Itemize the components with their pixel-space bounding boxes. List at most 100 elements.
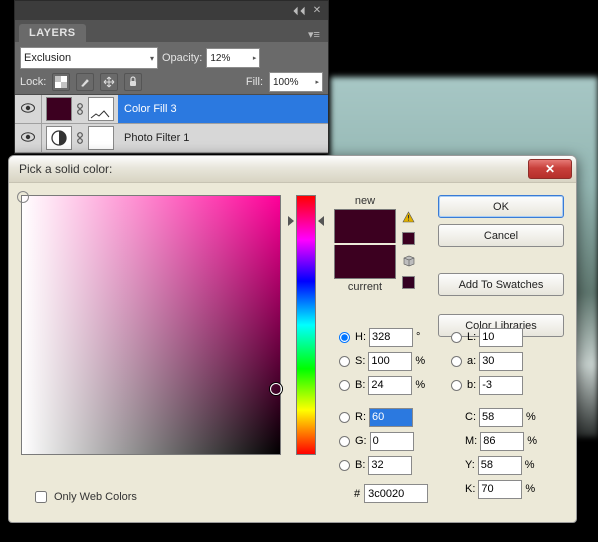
layer-thumbnails bbox=[42, 126, 118, 150]
hue-pointer-icon bbox=[318, 216, 324, 226]
visibility-toggle[interactable] bbox=[15, 95, 42, 123]
eye-icon bbox=[21, 103, 35, 116]
fill-label: Fill: bbox=[246, 76, 263, 88]
add-to-swatches-button[interactable]: Add To Swatches bbox=[438, 273, 564, 296]
m-field-row: M: % bbox=[465, 430, 541, 452]
layer-list: Color Fill 3 Photo Filter 1 bbox=[15, 94, 328, 153]
link-icon[interactable] bbox=[74, 131, 86, 145]
mask-thumb[interactable] bbox=[88, 97, 114, 121]
b-lab-input[interactable] bbox=[479, 376, 523, 395]
pct-unit: % bbox=[526, 411, 540, 423]
sat-radio[interactable] bbox=[339, 356, 350, 367]
g-input[interactable] bbox=[370, 432, 414, 451]
sat-field-row: S: % bbox=[339, 350, 429, 372]
layer-thumbnails bbox=[42, 97, 118, 121]
sat-input[interactable] bbox=[368, 352, 412, 371]
gamut-warning-icon[interactable] bbox=[402, 211, 415, 226]
k-label: K: bbox=[465, 483, 475, 495]
r-radio[interactable] bbox=[339, 412, 350, 423]
b2-radio[interactable] bbox=[339, 460, 350, 471]
visibility-toggle[interactable] bbox=[15, 124, 42, 152]
color-field[interactable] bbox=[21, 195, 281, 455]
close-button[interactable]: ✕ bbox=[528, 159, 572, 179]
dialog-title: Pick a solid color: bbox=[19, 162, 528, 176]
close-panel-icon[interactable]: ✕ bbox=[310, 4, 324, 18]
g-field-row: G: bbox=[339, 430, 431, 452]
b2-input[interactable] bbox=[368, 456, 412, 475]
m-input[interactable] bbox=[480, 432, 524, 451]
lock-pixels-icon[interactable] bbox=[76, 73, 94, 91]
m-label: M: bbox=[465, 435, 477, 447]
layer-name[interactable]: Photo Filter 1 bbox=[118, 124, 328, 152]
a-input[interactable] bbox=[479, 352, 523, 371]
b-lab-radio[interactable] bbox=[451, 380, 462, 391]
only-web-colors-label: Only Web Colors bbox=[54, 491, 137, 503]
layer-thumb[interactable] bbox=[46, 126, 72, 150]
only-web-colors-input[interactable] bbox=[35, 491, 47, 503]
layers-panel: ✕ LAYERS ▾≡ Exclusion ▾ Opacity: 12% ▸ L… bbox=[14, 0, 329, 154]
link-icon[interactable] bbox=[74, 102, 86, 116]
eye-icon bbox=[21, 132, 35, 145]
c-input[interactable] bbox=[479, 408, 523, 427]
g-radio[interactable] bbox=[339, 436, 350, 447]
r-field-row: R: bbox=[339, 406, 430, 428]
websafe-warning-icon[interactable] bbox=[403, 255, 415, 270]
a-label: a: bbox=[467, 355, 476, 367]
fill-input[interactable]: 100% ▸ bbox=[269, 72, 323, 92]
lock-label: Lock: bbox=[20, 76, 46, 88]
b-field-row: B: bbox=[339, 454, 429, 476]
pct-unit: % bbox=[525, 483, 539, 495]
blend-mode-value: Exclusion bbox=[24, 52, 71, 64]
layer-thumb[interactable] bbox=[46, 97, 72, 121]
bri-unit: % bbox=[415, 379, 429, 391]
pct-unit: % bbox=[527, 435, 541, 447]
hue-slider[interactable] bbox=[296, 195, 316, 455]
opacity-value: 12% bbox=[210, 53, 230, 64]
lock-position-icon[interactable] bbox=[100, 73, 118, 91]
hue-radio[interactable] bbox=[339, 332, 350, 343]
layer-name[interactable]: Color Fill 3 bbox=[118, 95, 328, 123]
g-label: G: bbox=[355, 435, 367, 447]
only-web-colors-checkbox[interactable]: Only Web Colors bbox=[31, 488, 137, 506]
panel-menu-icon[interactable]: ▾≡ bbox=[304, 26, 324, 42]
new-color-swatch bbox=[334, 209, 396, 243]
opacity-input[interactable]: 12% ▸ bbox=[206, 48, 260, 68]
ok-button[interactable]: OK bbox=[438, 195, 564, 218]
L-input[interactable] bbox=[479, 328, 523, 347]
hue-input[interactable] bbox=[369, 328, 413, 347]
hue-pointer-icon bbox=[288, 216, 294, 226]
hex-input[interactable] bbox=[364, 484, 428, 503]
chevron-down-icon: ▾ bbox=[150, 54, 154, 63]
layer-row[interactable]: Photo Filter 1 bbox=[15, 124, 328, 153]
layer-row[interactable]: Color Fill 3 bbox=[15, 95, 328, 124]
dialog-titlebar[interactable]: Pick a solid color: ✕ bbox=[9, 156, 576, 183]
y-input[interactable] bbox=[478, 456, 522, 475]
current-color-swatch[interactable] bbox=[334, 245, 396, 279]
sat-unit: % bbox=[415, 355, 429, 367]
bri-radio[interactable] bbox=[339, 380, 350, 391]
lock-all-icon[interactable] bbox=[124, 73, 142, 91]
a-radio[interactable] bbox=[451, 356, 462, 367]
lock-transparency-icon[interactable] bbox=[52, 73, 70, 91]
a-field-row: a: bbox=[451, 350, 523, 372]
layers-tab[interactable]: LAYERS bbox=[19, 24, 86, 42]
mask-thumb[interactable] bbox=[88, 126, 114, 150]
new-label: new bbox=[331, 195, 399, 207]
b2-label: B: bbox=[355, 459, 365, 471]
L-radio[interactable] bbox=[451, 332, 462, 343]
k-input[interactable] bbox=[478, 480, 522, 499]
r-input[interactable] bbox=[369, 408, 413, 427]
blend-mode-select[interactable]: Exclusion ▾ bbox=[20, 47, 158, 69]
bri-input[interactable] bbox=[368, 376, 412, 395]
gamut-swatch[interactable] bbox=[402, 232, 415, 245]
cancel-button[interactable]: Cancel bbox=[438, 224, 564, 247]
collapse-icon[interactable] bbox=[292, 4, 306, 18]
L-field-row: L: bbox=[451, 326, 523, 348]
c-label: C: bbox=[465, 411, 476, 423]
y-field-row: Y: % bbox=[465, 454, 539, 476]
websafe-swatch[interactable] bbox=[402, 276, 415, 289]
bri-label: B: bbox=[355, 379, 365, 391]
chevron-right-icon: ▸ bbox=[253, 54, 257, 62]
bri-field-row: B: % bbox=[339, 374, 429, 396]
current-label: current bbox=[331, 281, 399, 293]
